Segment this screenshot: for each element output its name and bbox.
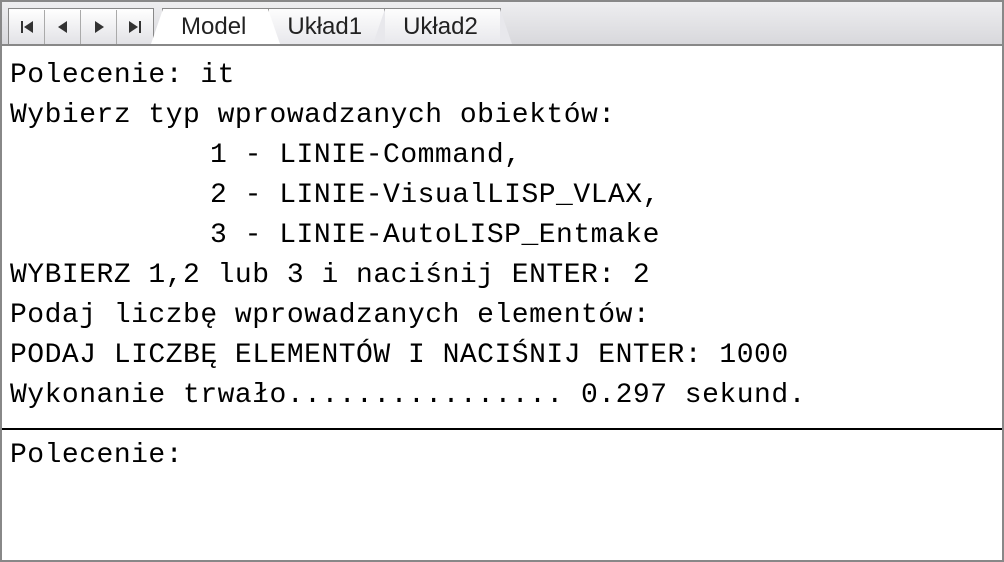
tab-label: Model [181, 13, 246, 41]
tab-bar: Model Układ1 Układ2 [2, 2, 1002, 46]
command-line: 2 - LINIE-VisualLISP_VLAX, [10, 176, 994, 216]
tab-model[interactable]: Model [162, 8, 269, 44]
command-window[interactable]: Polecenie: it Wybierz typ wprowadzanych … [2, 46, 1002, 476]
command-line: Podaj liczbę wprowadzanych elementów: [10, 296, 994, 336]
tab-label: Układ2 [403, 13, 478, 41]
nav-first-button[interactable] [9, 10, 45, 44]
command-line: WYBIERZ 1,2 lub 3 i naciśnij ENTER: 2 [10, 256, 994, 296]
tab-layout1[interactable]: Układ1 [268, 8, 385, 44]
command-prompt: Polecenie: [10, 436, 994, 476]
command-line: Wybierz typ wprowadzanych obiektów: [10, 96, 994, 136]
command-line: 3 - LINIE-AutoLISP_Entmake [10, 216, 994, 256]
nav-prev-button[interactable] [45, 10, 81, 44]
command-line: 1 - LINIE-Command, [10, 136, 994, 176]
prev-icon [55, 19, 71, 35]
next-icon [91, 19, 107, 35]
command-divider [2, 428, 1002, 430]
first-icon [19, 19, 35, 35]
command-line: Polecenie: it [10, 56, 994, 96]
last-icon [127, 19, 143, 35]
tab-nav-controls [8, 8, 154, 44]
command-line: PODAJ LICZBĘ ELEMENTÓW I NACIŚNIJ ENTER:… [10, 336, 994, 376]
tab-layout2[interactable]: Układ2 [384, 8, 501, 44]
nav-last-button[interactable] [117, 10, 153, 44]
tab-label: Układ1 [287, 13, 362, 41]
layout-tabs: Model Układ1 Układ2 [162, 2, 500, 44]
command-line: Wykonanie trwało................ 0.297 s… [10, 376, 994, 416]
nav-next-button[interactable] [81, 10, 117, 44]
